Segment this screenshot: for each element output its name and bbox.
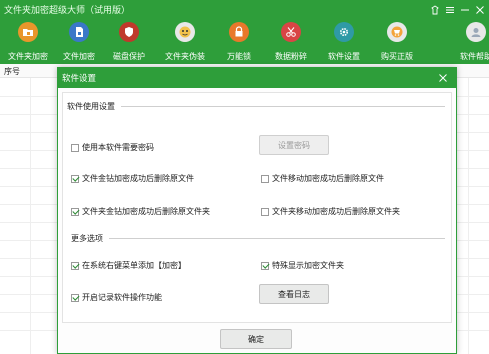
toolbar-label: 文件加密 [63, 52, 95, 61]
user-help-icon [466, 22, 486, 42]
ok-button[interactable]: 确定 [220, 329, 292, 349]
option-file-move-delete-checkbox[interactable] [261, 174, 269, 183]
toolbar-disk-protect-button[interactable]: 磁盘保护 [101, 19, 157, 64]
set-password-button[interactable]: 设置密码 [259, 135, 329, 155]
special-display-checkbox[interactable] [261, 261, 269, 270]
disguise-icon [175, 22, 195, 42]
skin-icon[interactable] [427, 0, 442, 19]
toolbar-folder-encrypt-button[interactable]: 文件夹加密 [0, 19, 56, 64]
toolbar-file-encrypt-button[interactable]: 文件加密 [51, 19, 107, 64]
column-header-seq[interactable]: 序号 [4, 66, 20, 77]
toolbar-universal-lock-button[interactable]: 万能锁 [211, 19, 267, 64]
title-bar: 文件夹加密超级大师（试用版） [0, 0, 489, 19]
dialog-header: 软件设置 [58, 68, 456, 88]
toolbar-folder-disguise-button[interactable]: 文件夹伪装 [157, 19, 213, 64]
log-checkbox[interactable] [71, 293, 79, 302]
option-folder-delete[interactable]: 文件夹金钻加密成功后删除原文件夹 [71, 206, 210, 217]
toolbar-label: 软件设置 [328, 52, 360, 61]
option-folder-move-delete[interactable]: 文件夹移动加密成功后删除原文件夹 [261, 206, 400, 217]
option-file-move-delete[interactable]: 文件移动加密成功后删除原文件 [261, 173, 384, 184]
option-label: 文件夹移动加密成功后删除原文件夹 [272, 207, 400, 216]
dialog-title: 软件设置 [62, 74, 97, 84]
section-divider [121, 106, 445, 107]
option-file-delete-checkbox[interactable] [71, 174, 79, 183]
view-log-button[interactable]: 查看日志 [259, 284, 329, 304]
option-folder-move-delete-checkbox[interactable] [261, 207, 269, 216]
toolbar-label: 数据粉碎 [275, 52, 307, 61]
window-title: 文件夹加密超级大师（试用版） [4, 6, 131, 16]
toolbar-help-button[interactable]: 软件帮助 [448, 19, 489, 64]
toolbar: 文件夹加密 文件加密 磁盘保护 文件夹伪装 万能锁 数据粉碎 软件设置 购买正版… [0, 19, 489, 64]
settings-dialog: 软件设置 软件使用设置 使用本软件需要密码 设置密码 文件金钻加密成功后删除原文… [57, 67, 457, 354]
toolbar-label: 万能锁 [227, 52, 251, 61]
special-display-option[interactable]: 特殊显示加密文件夹 [261, 260, 344, 271]
close-icon[interactable] [472, 0, 487, 19]
grid-vline [468, 78, 469, 354]
folder-lock-icon [18, 22, 38, 42]
option-label: 文件移动加密成功后删除原文件 [272, 174, 384, 183]
toolbar-label: 文件夹加密 [8, 52, 48, 61]
toolbar-buy-button[interactable]: 购买正版 [369, 19, 425, 64]
window-controls [427, 0, 487, 19]
padlock-icon [229, 22, 249, 42]
section-divider [109, 238, 445, 239]
app-window: 文件夹加密超级大师（试用版） 文件夹加密 文件加密 磁盘保护 文件夹伪装 万能锁… [0, 0, 489, 354]
grid-vline [30, 78, 31, 354]
menu-icon[interactable] [442, 0, 457, 19]
log-label: 开启记录软件操作功能 [82, 293, 162, 302]
option-label: 文件夹金钻加密成功后删除原文件夹 [82, 207, 210, 216]
option-label: 文件金钻加密成功后删除原文件 [82, 174, 194, 183]
cart-icon [387, 22, 407, 42]
shredder-icon [281, 22, 301, 42]
toolbar-data-shred-button[interactable]: 数据粉碎 [263, 19, 319, 64]
toolbar-label: 磁盘保护 [113, 52, 145, 61]
toolbar-label: 购买正版 [381, 52, 413, 61]
toolbar-label: 文件夹伪装 [165, 52, 205, 61]
context-menu-checkbox[interactable] [71, 261, 79, 270]
special-display-label: 特殊显示加密文件夹 [272, 261, 344, 270]
toolbar-label: 软件帮助 [460, 52, 489, 61]
file-lock-icon [69, 22, 89, 42]
use-password-checkbox[interactable] [71, 143, 79, 152]
minimize-icon[interactable] [457, 0, 472, 19]
option-folder-delete-checkbox[interactable] [71, 207, 79, 216]
section-title-more: 更多选项 [71, 234, 103, 243]
section-title-usage: 软件使用设置 [67, 102, 115, 111]
context-menu-label: 在系统右键菜单添加【加密】 [82, 261, 186, 270]
toolbar-settings-button[interactable]: 软件设置 [316, 19, 372, 64]
use-password-option[interactable]: 使用本软件需要密码 [71, 142, 154, 153]
option-file-delete[interactable]: 文件金钻加密成功后删除原文件 [71, 173, 194, 184]
gear-icon [334, 22, 354, 42]
use-password-label: 使用本软件需要密码 [82, 143, 154, 152]
shield-icon [119, 22, 139, 42]
dialog-body: 软件使用设置 使用本软件需要密码 设置密码 文件金钻加密成功后删除原文件 文件移… [62, 92, 452, 323]
context-menu-option[interactable]: 在系统右键菜单添加【加密】 [71, 260, 186, 271]
log-option[interactable]: 开启记录软件操作功能 [71, 292, 162, 303]
dialog-close-icon[interactable] [438, 73, 448, 83]
